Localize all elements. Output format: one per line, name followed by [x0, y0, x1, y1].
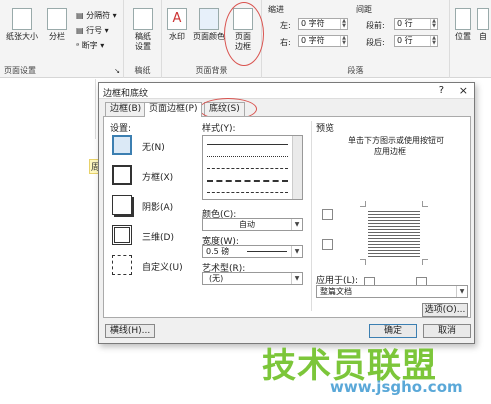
setting-custom[interactable]: 自定义(U): [112, 255, 192, 277]
spinner-arrows-icon[interactable]: ▲ ▼: [340, 36, 347, 46]
cancel-button[interactable]: 取消: [423, 324, 471, 338]
style-list-scrollbar[interactable]: [292, 136, 302, 199]
spinner-arrows-icon[interactable]: ▲ ▼: [340, 19, 347, 29]
dialog-launcher-icon[interactable]: ↘: [114, 67, 120, 75]
page-background-group-title: 页面背景: [195, 66, 228, 75]
spinner-arrows-icon[interactable]: ▲ ▼: [430, 36, 437, 46]
draft-settings-button[interactable]: 稿纸设置: [126, 8, 160, 52]
site-watermark-url: www.jsgho.com: [330, 378, 463, 396]
style-list[interactable]: [202, 135, 303, 200]
space-before-label: 段前:: [366, 21, 385, 30]
indent-title: 缩进: [268, 5, 284, 14]
draft-group-title: 稿纸: [134, 66, 151, 75]
horizontal-line-button[interactable]: 横线(H)...: [105, 324, 155, 338]
tab-page-borders[interactable]: 页面边框(P): [144, 102, 203, 117]
dialog-title: 边框和底纹: [103, 89, 149, 99]
border-none-icon: [112, 135, 132, 155]
preview-corner-tl: [360, 201, 366, 207]
preview-hint-line1: 单击下方图示或使用按钮可: [348, 136, 444, 145]
preview-corner-br: [422, 259, 428, 265]
indent-right-input[interactable]: 0 字符 ▲ ▼: [298, 35, 348, 47]
style-option-dash-dot[interactable]: [207, 192, 288, 193]
draft-group: 稿纸设置 稿纸: [124, 0, 162, 78]
wrap-text-button[interactable]: 自: [476, 8, 490, 42]
setting-3d[interactable]: 三维(D): [112, 225, 192, 247]
preview-text-lines: [368, 209, 420, 257]
position-button[interactable]: 位置: [452, 8, 474, 42]
hyphenation-button[interactable]: ᵃ 断字 ▾: [76, 40, 104, 51]
apply-to-select[interactable]: 整篇文档 ▼: [316, 285, 468, 298]
art-select[interactable]: (无) ▼: [202, 272, 303, 285]
position-icon: [455, 8, 471, 30]
border-custom-icon: [112, 255, 132, 275]
chevron-down-icon[interactable]: ▼: [291, 219, 302, 230]
border-shadow-icon: [112, 195, 132, 215]
color-select[interactable]: 自动 ▼: [202, 218, 303, 231]
ribbon: 纸张大小 分栏 ▤ 分隔符 ▾ ▤ 行号 ▾ ᵃ 断字 ▾ 页面设置 ↘ 稿纸设…: [0, 0, 491, 78]
page-edge: [95, 79, 96, 139]
chevron-down-icon[interactable]: ▼: [291, 273, 302, 284]
space-before-input[interactable]: 0 行 ▲ ▼: [394, 18, 438, 30]
border-box-icon: [112, 165, 132, 185]
close-icon[interactable]: ×: [459, 84, 468, 97]
preview-hint-line2: 应用边框: [374, 147, 406, 156]
indent-left-input[interactable]: 0 字符 ▲ ▼: [298, 18, 348, 30]
border-3d-icon: [112, 225, 132, 245]
setting-box[interactable]: 方框(X): [112, 165, 192, 187]
wrap-text-icon: [477, 8, 489, 30]
paragraph-group: 缩进 间距 左: 0 字符 ▲ ▼ 右: 0 字符 ▲ ▼ 段前: 0 行 ▲ ▼ 段…: [262, 0, 450, 78]
help-icon[interactable]: ?: [439, 85, 444, 96]
watermark-button[interactable]: A 水印: [164, 8, 190, 42]
draft-paper-icon: [133, 8, 153, 30]
style-option-dashed[interactable]: [207, 180, 288, 182]
setting-shadow[interactable]: 阴影(A): [112, 195, 192, 217]
spacing-title: 间距: [356, 5, 372, 14]
preview-label: 预览: [316, 124, 335, 134]
page-setup-group: 纸张大小 分栏 ▤ 分隔符 ▾ ▤ 行号 ▾ ᵃ 断字 ▾ 页面设置 ↘: [0, 0, 124, 78]
top-border-button-icon[interactable]: [322, 209, 333, 220]
bottom-border-button-icon[interactable]: [322, 239, 333, 250]
columns-button[interactable]: 分栏: [44, 8, 70, 42]
preview-corner-bl: [360, 259, 366, 265]
indent-left-label: 左:: [280, 21, 291, 30]
width-sample-line: [247, 251, 287, 252]
page-borders-panel: 设置: 无(N) 方框(X) 阴影(A) 三维(D) 自定义(U) 样式(Y):: [103, 116, 471, 318]
chevron-down-icon[interactable]: ▼: [291, 246, 302, 257]
settings-label: 设置:: [110, 124, 132, 134]
page-setup-group-title: 页面设置: [4, 66, 36, 75]
columns-icon: [47, 8, 67, 30]
width-select[interactable]: 0.5 磅 ▼: [202, 245, 303, 258]
ok-button[interactable]: 确定: [369, 324, 417, 338]
tab-borders[interactable]: 边框(B): [105, 102, 147, 116]
line-numbers-button[interactable]: ▤ 行号 ▾: [76, 25, 109, 36]
setting-none[interactable]: 无(N): [112, 135, 192, 157]
paper-size-button[interactable]: 纸张大小: [2, 8, 42, 42]
chevron-down-icon[interactable]: ▼: [456, 286, 467, 297]
preview-page[interactable]: [360, 201, 428, 265]
style-option-dashed-small[interactable]: [207, 168, 288, 169]
arrange-group: 位置 自: [450, 0, 491, 78]
breaks-button[interactable]: ▤ 分隔符 ▾: [76, 10, 117, 21]
dialog-titlebar[interactable]: 边框和底纹 ? ×: [99, 83, 474, 99]
style-option-dotted[interactable]: [207, 156, 288, 157]
page-color-icon: [199, 8, 219, 30]
space-after-label: 段后:: [366, 38, 385, 47]
borders-shading-dialog: 边框和底纹 ? × 边框(B) 页面边框(P) 底纹(S) 设置: 无(N) 方…: [98, 82, 475, 344]
spinner-arrows-icon[interactable]: ▲ ▼: [430, 19, 437, 29]
style-label: 样式(Y):: [202, 124, 236, 134]
watermark-icon: A: [167, 8, 187, 30]
paragraph-group-title: 段落: [347, 66, 364, 75]
highlight-circle-page-borders: [224, 2, 264, 66]
preview-corner-tr: [422, 201, 428, 207]
style-option-solid[interactable]: [207, 144, 288, 145]
paper-size-icon: [12, 8, 32, 30]
page-color-button[interactable]: 页面颜色: [192, 8, 226, 42]
space-after-input[interactable]: 0 行 ▲ ▼: [394, 35, 438, 47]
indent-right-label: 右:: [280, 38, 291, 47]
options-button[interactable]: 选项(O)...: [422, 303, 468, 317]
